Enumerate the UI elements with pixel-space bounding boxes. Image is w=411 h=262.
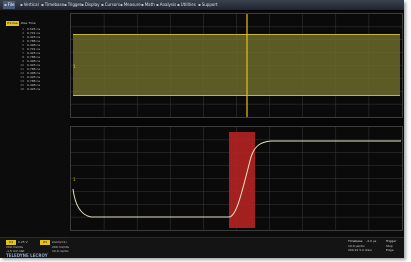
measure-icon: ▪	[120, 2, 123, 7]
z1-source: zoom(C1)	[52, 240, 67, 244]
menu-label: Analysis	[159, 2, 177, 7]
table-header: Rise Time	[21, 21, 36, 25]
row-value: 0.425 ns	[27, 87, 41, 91]
overview-waveform-svg: 1	[71, 14, 402, 117]
menu-label: File	[7, 2, 15, 7]
brand-logo: TELEDYNE LECROY	[6, 253, 48, 258]
support-icon: ▪	[198, 2, 201, 7]
menu-vertical[interactable]: ▪Vertical	[19, 1, 40, 9]
trigger-type: Edge	[386, 248, 394, 252]
overview-waveform-envelope	[73, 34, 400, 96]
z1-tdiv: 10.0 ns/div	[52, 249, 69, 253]
menu-measure[interactable]: ▪Measure	[119, 1, 142, 9]
menu-display[interactable]: ▪Display	[80, 1, 100, 9]
trigger-label[interactable]: Trigger	[386, 239, 396, 243]
channel-level-marker-bottom: 1	[73, 177, 76, 182]
menu-label: Cursors	[104, 2, 120, 7]
table-param-tag[interactable]: P1:rise	[6, 21, 19, 26]
timebase-sampling: 200 kS 5.0 GS/s	[348, 248, 372, 252]
menu-math[interactable]: ▪Math	[140, 1, 156, 9]
oscilloscope-screen: ▪File ▪Vertical ▪Timebase ▪Trigger ▪Display ▪…	[0, 0, 404, 258]
menu-support[interactable]: ▪Support	[197, 1, 219, 9]
menu-label: Vertical	[23, 2, 39, 7]
menu-analysis[interactable]: ▪Analysis	[155, 1, 177, 9]
menu-label: Measure	[123, 2, 141, 7]
timebase-icon: ▪	[41, 2, 44, 7]
zoom-waveform-svg: 1	[71, 127, 402, 230]
menu-file[interactable]: ▪File	[3, 1, 16, 9]
menu-cursors[interactable]: ▪Cursors	[100, 1, 121, 9]
overview-waveform-grid[interactable]: 1	[70, 13, 403, 118]
math-icon: ▪	[141, 2, 144, 7]
utilities-icon: ▪	[177, 2, 180, 7]
menu-label: Display	[84, 2, 100, 7]
trigger-icon: ▪	[64, 2, 67, 7]
vertical-icon: ▪	[20, 2, 23, 7]
timebase-label[interactable]: Timebase	[348, 239, 363, 243]
overview-envelope-top-edge	[73, 34, 400, 35]
menu-label: Math	[144, 2, 155, 7]
menu-label: Timebase	[44, 2, 65, 7]
c1-value: 1.25 V	[18, 240, 28, 244]
menu-label: Utilities	[180, 2, 196, 7]
menu-label: Support	[201, 2, 218, 7]
menu-timebase[interactable]: ▪Timebase	[40, 1, 65, 9]
z1-trace-tag[interactable]: Z1	[40, 240, 50, 245]
analysis-icon: ▪	[156, 2, 159, 7]
rise-time-highlight	[229, 132, 255, 228]
display-icon: ▪	[81, 2, 84, 7]
cursors-icon: ▪	[101, 2, 104, 7]
timebase-value: -4.0 μs	[366, 239, 377, 243]
overview-envelope-bottom-edge	[73, 95, 400, 96]
file-icon: ▪	[4, 2, 7, 7]
row-index: 16	[20, 87, 24, 91]
zoom-indicator-band	[70, 118, 403, 132]
measurement-table-panel: P1:rise Rise Time 1 0.525 ns 2 0.701 ns 3 0.4…	[0, 10, 69, 237]
table-row[interactable]: 16 0.425 ns	[6, 87, 51, 91]
zoom-waveform-grid[interactable]: 1	[70, 126, 403, 231]
menu-utilities[interactable]: ▪Utilities	[176, 1, 197, 9]
